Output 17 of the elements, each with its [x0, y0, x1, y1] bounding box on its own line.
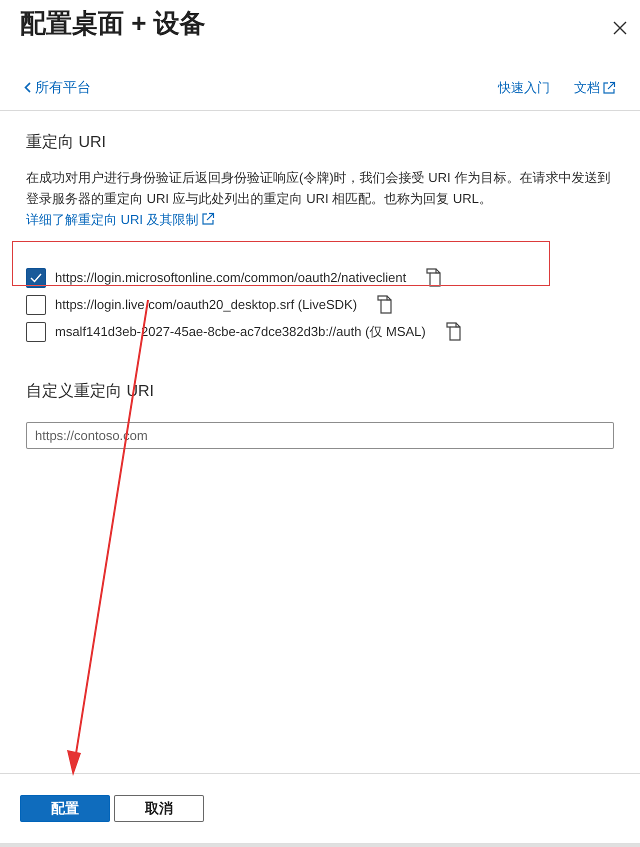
close-icon[interactable]: [612, 20, 628, 36]
description: 在成功对用户进行身份验证后返回身份验证响应(令牌)时，我们会接受 URI 作为目标。在请求中发送到登录服务器的重定向 URI 应与此处列出的重定向 URI 相匹配。也称为回复 URL。 详细了解重定向 URI 及其限制: [26, 169, 612, 229]
redirect-uri: https://login.microsoftonline.com/common/oauth2/nativeclient: [55, 269, 406, 288]
check-icon: [30, 273, 42, 283]
back-link[interactable]: 所有平台: [24, 77, 91, 98]
dialog-button[interactable]: 取消: [114, 795, 204, 822]
window-title: 配置桌面 + 设备: [20, 7, 206, 40]
checkbox[interactable]: [26, 322, 46, 342]
checkbox[interactable]: [26, 295, 46, 315]
header-link[interactable]: 文档: [574, 78, 616, 98]
learn-more-link[interactable]: 详细了解重定向 URI 及其限制: [26, 212, 215, 227]
chevron-left-icon: [24, 82, 31, 93]
checkbox[interactable]: [26, 268, 46, 288]
dialog-button[interactable]: 配置: [20, 795, 110, 822]
section-heading: 重定向 URI: [26, 132, 107, 153]
external-link-icon: [200, 212, 215, 226]
header-link[interactable]: 快速入门: [498, 78, 550, 98]
